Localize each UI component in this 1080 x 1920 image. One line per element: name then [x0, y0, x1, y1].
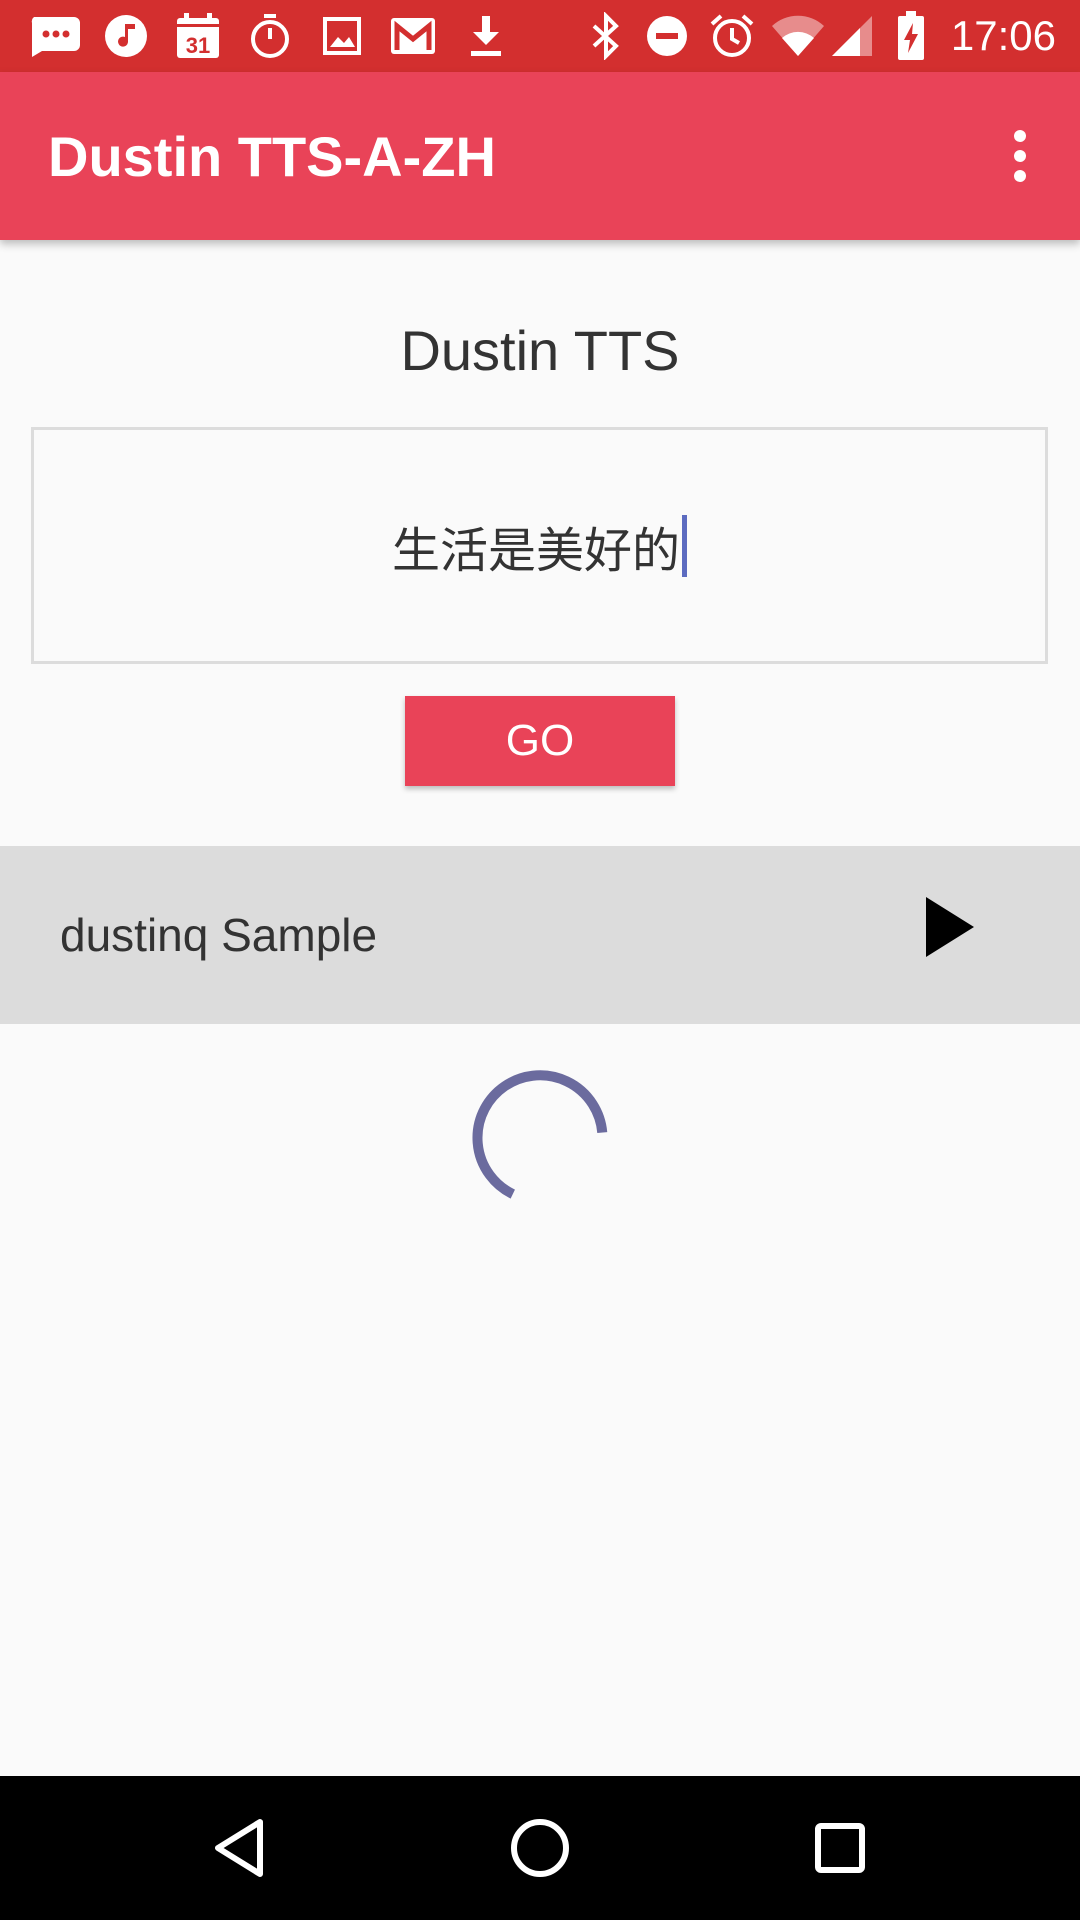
navigation-bar	[0, 1776, 1080, 1920]
app-bar: Dustin TTS-A-ZH	[0, 72, 1080, 240]
go-button[interactable]: GO	[405, 696, 675, 786]
home-icon	[511, 1819, 569, 1877]
more-vert-icon	[1014, 130, 1026, 142]
home-button[interactable]	[504, 1812, 576, 1884]
sample-label: dustinq Sample	[60, 909, 378, 961]
music-icon	[104, 0, 148, 72]
status-time: 17:06	[950, 12, 1056, 59]
play-icon	[926, 897, 974, 957]
status-bar: 31 17:06	[0, 0, 1080, 72]
tts-text-input[interactable]: 生活是美好的	[31, 427, 1048, 664]
do-not-disturb-icon	[645, 0, 689, 72]
gmail-icon	[390, 0, 436, 72]
cellular-signal-icon	[830, 0, 874, 72]
download-icon	[466, 0, 506, 72]
recents-icon	[815, 1823, 865, 1873]
wifi-icon	[770, 0, 826, 72]
text-cursor	[682, 514, 687, 577]
stopwatch-icon	[248, 0, 292, 72]
app-title: Dustin TTS-A-ZH	[48, 124, 496, 188]
battery-charging-icon	[896, 0, 926, 72]
page-heading: Dustin TTS	[400, 319, 680, 382]
messaging-icon	[26, 0, 82, 72]
back-icon	[215, 1819, 263, 1877]
bluetooth-icon	[588, 0, 624, 72]
play-button[interactable]	[920, 892, 980, 962]
calendar-day-text: 31	[186, 33, 210, 58]
alarm-icon	[708, 0, 756, 72]
more-options-button[interactable]	[990, 126, 1050, 186]
loading-spinner-icon	[470, 1068, 610, 1208]
back-button[interactable]	[204, 1812, 276, 1884]
tts-input-value: 生活是美好的	[391, 522, 680, 579]
image-icon	[322, 0, 362, 72]
calendar-icon: 31	[175, 0, 221, 72]
sample-row[interactable]: dustinq Sample	[0, 846, 1080, 1024]
recents-button[interactable]	[804, 1812, 876, 1884]
